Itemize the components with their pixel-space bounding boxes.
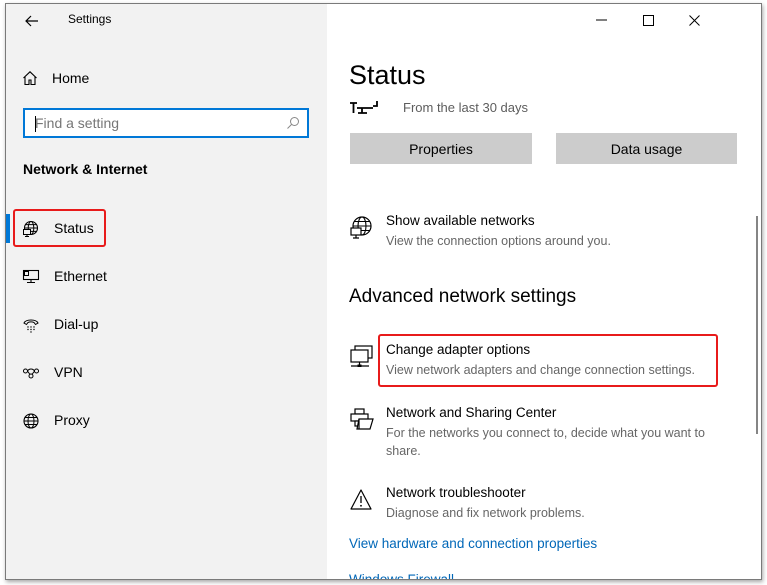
back-arrow-icon	[25, 15, 38, 27]
vpn-icon	[22, 364, 40, 382]
sidebar-item-status[interactable]: Status	[6, 211, 327, 247]
sidebar-item-ethernet[interactable]: Ethernet	[6, 259, 327, 295]
advanced-heading: Advanced network settings	[349, 286, 577, 307]
dial-up-icon	[22, 316, 40, 334]
globe-network-icon	[350, 216, 372, 239]
option-title: Network troubleshooter	[386, 485, 526, 500]
settings-window: Settings Home Network & Internet Status …	[5, 3, 762, 580]
option-desc: For the networks you connect to, decide …	[386, 426, 705, 458]
maximize-icon	[642, 14, 654, 26]
status-globe-icon	[22, 220, 40, 238]
sidebar-item-proxy[interactable]: Proxy	[6, 403, 327, 439]
main-content: Status From the last 30 days Properties …	[327, 4, 761, 579]
windows-firewall-link[interactable]: Windows Firewall	[349, 572, 454, 579]
data-period: From the last 30 days	[349, 100, 528, 115]
sidebar-item-dial-up[interactable]: Dial-up	[6, 307, 327, 343]
search-box[interactable]	[23, 108, 309, 138]
adapter-icon	[350, 345, 373, 367]
period-text: From the last 30 days	[403, 100, 528, 115]
option-desc: Diagnose and fix network problems.	[386, 506, 585, 520]
sidebar-item-label: Ethernet	[54, 268, 107, 284]
ethernet-network-icon	[350, 100, 378, 114]
warning-icon	[350, 489, 372, 510]
scrollbar-thumb[interactable]	[756, 216, 758, 434]
close-button[interactable]	[671, 4, 717, 36]
app-title: Settings	[68, 12, 112, 26]
data-usage-button[interactable]: Data usage	[556, 133, 737, 164]
option-desc: View network adapters and change connect…	[386, 363, 695, 377]
proxy-globe-icon	[22, 412, 40, 430]
back-button[interactable]	[20, 10, 44, 32]
home-icon	[23, 71, 37, 86]
maximize-button[interactable]	[625, 4, 671, 36]
sidebar: Settings Home Network & Internet Status …	[6, 4, 327, 579]
option-title: Show available networks	[386, 213, 535, 228]
sharing-center-icon	[350, 408, 374, 430]
option-title: Network and Sharing Center	[386, 405, 557, 420]
option-desc: View the connection options around you.	[386, 234, 611, 248]
properties-button[interactable]: Properties	[350, 133, 532, 164]
sidebar-item-label: Dial-up	[54, 316, 99, 332]
sidebar-item-label: Status	[54, 220, 94, 236]
section-label: Network & Internet	[23, 161, 148, 177]
search-input[interactable]	[35, 114, 275, 132]
ethernet-icon	[22, 268, 40, 286]
sidebar-item-home[interactable]: Home	[22, 66, 89, 90]
page-title: Status	[349, 60, 426, 90]
minimize-icon	[596, 19, 607, 21]
search-icon[interactable]	[286, 116, 300, 135]
close-icon	[688, 14, 700, 26]
text-caret	[35, 116, 36, 132]
home-label: Home	[52, 70, 90, 86]
minimize-button[interactable]	[579, 4, 625, 36]
view-hardware-properties-link[interactable]: View hardware and connection properties	[349, 536, 597, 551]
sidebar-item-label: VPN	[54, 364, 83, 380]
sidebar-item-vpn[interactable]: VPN	[6, 355, 327, 391]
sidebar-item-label: Proxy	[54, 412, 90, 428]
option-title: Change adapter options	[386, 342, 531, 357]
